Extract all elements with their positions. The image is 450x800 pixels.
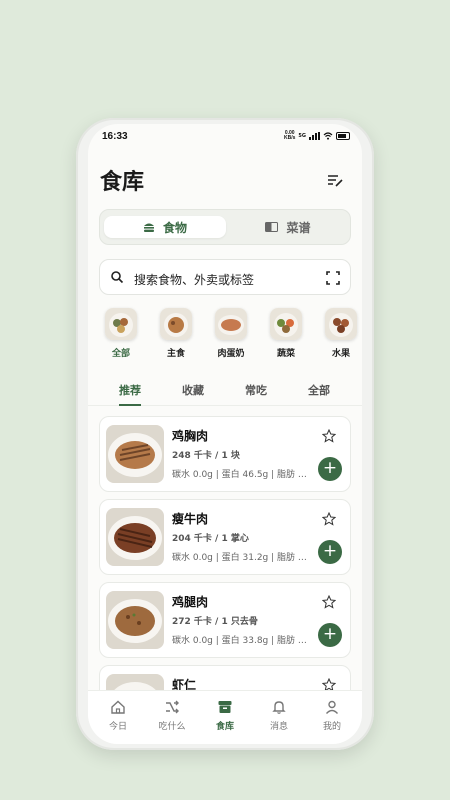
food-card[interactable]: 鸡胸肉 248 千卡 / 1 块 碳水 0.0g | 蛋白 46.5g | 脂肪… [99, 416, 351, 492]
nav-me[interactable]: 我的 [305, 699, 359, 732]
category-staple[interactable]: 主食 [153, 308, 199, 359]
food-calories: 248 千卡 / 1 块 [172, 451, 240, 461]
category-meat-image [215, 308, 247, 340]
nav-messages[interactable]: 消息 [252, 699, 306, 732]
food-box-icon [218, 701, 232, 713]
add-food-button[interactable]: + [318, 457, 342, 481]
tab-recipe[interactable]: 菜谱 [228, 216, 348, 238]
food-name: 瘦牛肉 [172, 512, 209, 526]
food-calories: 272 千卡 / 1 只去骨 [172, 617, 258, 627]
food-image [106, 591, 164, 649]
net-speed: 0.00 KB/s [284, 130, 296, 141]
app-screen: 16:33 0.00 KB/s 5G 食库 食物 菜谱 搜索食物、外卖或标签 全… [88, 124, 362, 744]
food-card[interactable]: 瘦牛肉 204 千卡 / 1 掌心 碳水 0.0g | 蛋白 31.2g | 脂… [99, 499, 351, 575]
tab-frequent[interactable]: 常吃 [245, 382, 267, 398]
bottom-tab-bar: 今日 吃什么 食库 消息 我的 [88, 690, 362, 744]
status-bar: 16:33 0.00 KB/s 5G [102, 128, 350, 146]
burger-icon [143, 223, 154, 232]
bell-icon [272, 701, 286, 714]
food-macros: 碳水 0.0g | 蛋白 31.2g | 脂肪 8.4g [172, 553, 312, 563]
tab-food-label: 食物 [162, 220, 187, 235]
page-title: 食库 [100, 170, 145, 195]
food-macros: 碳水 0.0g | 蛋白 33.8g | 脂肪 14.6g [172, 636, 312, 646]
nav-today[interactable]: 今日 [91, 699, 145, 732]
category-row: 全部 主食 肉蛋奶 蔬菜 水果 [88, 308, 362, 364]
category-fruit-image [325, 308, 357, 340]
wifi-icon [323, 132, 333, 140]
category-all[interactable]: 全部 [98, 308, 144, 359]
category-staple-image [160, 308, 192, 340]
filter-tabs: 推荐 收藏 常吃 全部 [88, 380, 362, 406]
food-image [106, 425, 164, 483]
food-calories: 204 千卡 / 1 掌心 [172, 534, 249, 544]
food-name: 鸡腿肉 [172, 595, 209, 609]
star-icon[interactable] [322, 429, 336, 443]
tab-favorites[interactable]: 收藏 [182, 382, 204, 398]
tab-recipe-label: 菜谱 [286, 220, 311, 235]
nav-food-library[interactable]: 食库 [198, 699, 252, 732]
food-recipe-switch: 食物 菜谱 [99, 209, 351, 245]
category-vegetable[interactable]: 蔬菜 [263, 308, 309, 359]
edit-list-icon[interactable] [326, 171, 344, 189]
book-icon [265, 222, 279, 232]
shuffle-icon [166, 700, 179, 714]
search-icon [111, 271, 124, 284]
person-icon [325, 700, 339, 714]
star-icon[interactable] [322, 512, 336, 526]
food-card[interactable]: 鸡腿肉 272 千卡 / 1 只去骨 碳水 0.0g | 蛋白 33.8g | … [99, 582, 351, 658]
category-all-image [105, 308, 137, 340]
tab-all[interactable]: 全部 [308, 382, 330, 398]
food-macros: 碳水 0.0g | 蛋白 46.5g | 脂肪 5.2g [172, 470, 312, 480]
scan-icon[interactable] [326, 271, 340, 285]
category-meat-egg-dairy[interactable]: 肉蛋奶 [208, 308, 254, 359]
signal-icon [309, 132, 320, 140]
tab-recommended[interactable]: 推荐 [119, 382, 141, 406]
nav-what-to-eat[interactable]: 吃什么 [145, 699, 199, 732]
tab-food[interactable]: 食物 [104, 216, 226, 238]
add-food-button[interactable]: + [318, 540, 342, 564]
search-input[interactable]: 搜索食物、外卖或标签 [134, 271, 254, 288]
search-bar[interactable]: 搜索食物、外卖或标签 [99, 259, 351, 295]
food-name: 鸡胸肉 [172, 429, 209, 443]
home-icon [111, 700, 125, 714]
category-vegetable-image [270, 308, 302, 340]
category-fruit[interactable]: 水果 [318, 308, 362, 359]
food-image [106, 508, 164, 566]
status-time: 16:33 [102, 131, 128, 142]
battery-icon [336, 132, 350, 140]
add-food-button[interactable]: + [318, 623, 342, 647]
star-icon[interactable] [322, 595, 336, 609]
network-type: 5G [298, 133, 306, 139]
